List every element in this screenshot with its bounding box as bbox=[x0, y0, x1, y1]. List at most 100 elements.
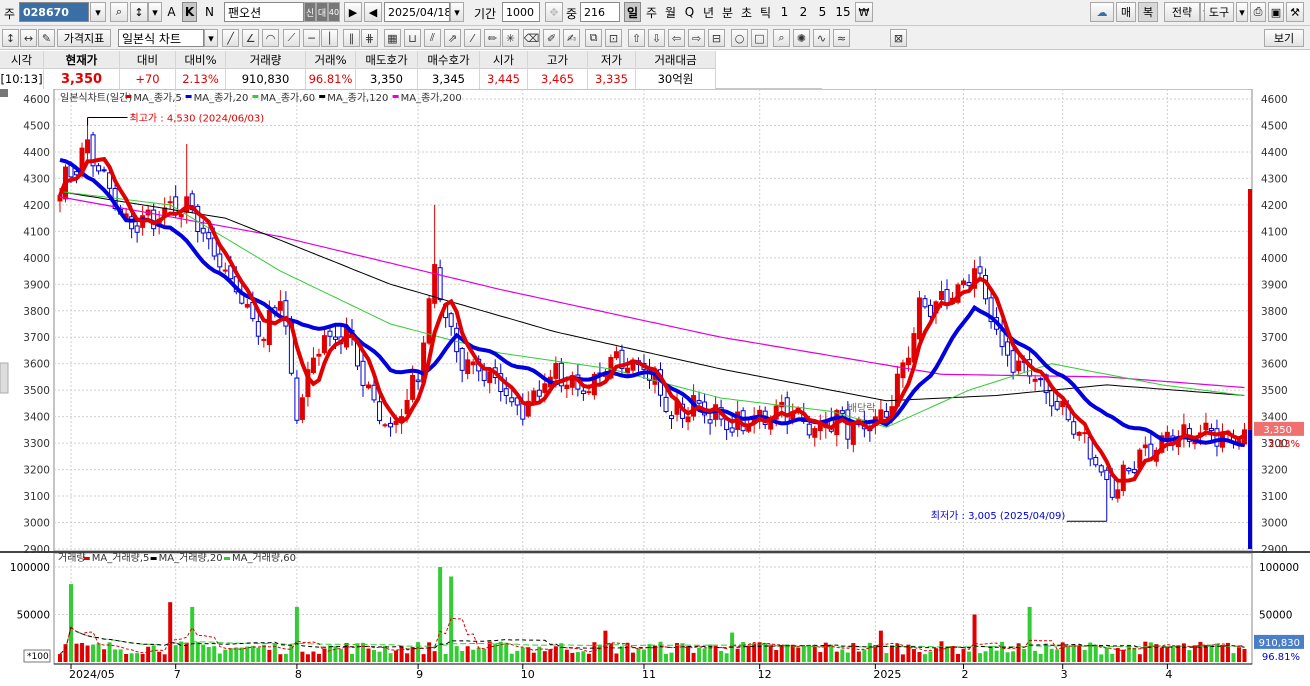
candle-body bbox=[850, 425, 856, 445]
period-button[interactable]: 1 bbox=[776, 2, 793, 22]
period-button[interactable]: 초 bbox=[738, 2, 755, 22]
mode-k-toggle[interactable]: K bbox=[182, 2, 197, 22]
volume-bar bbox=[377, 651, 382, 662]
wrench-icon[interactable]: ⚒ bbox=[1286, 2, 1304, 22]
shape-icon[interactable]: ⊡ bbox=[605, 29, 622, 47]
erase-icon[interactable]: ⌫ bbox=[523, 29, 540, 47]
up-down-arrow-icon[interactable]: ↕ bbox=[2, 29, 19, 47]
bug-icon[interactable]: ✺ bbox=[793, 29, 810, 47]
vline-icon[interactable]: │ bbox=[321, 29, 338, 47]
edit-icon[interactable]: ✎ bbox=[38, 29, 55, 47]
pencil-icon[interactable]: ✏ bbox=[484, 29, 501, 47]
right-icon[interactable]: ⇨ bbox=[688, 29, 705, 47]
min-annotation: 최저가 : 3,005 (2025/04/09) bbox=[931, 510, 1066, 522]
angle-icon[interactable]: ∠ bbox=[242, 29, 259, 47]
price-range-bar-down bbox=[1248, 429, 1252, 549]
strategy-button[interactable]: 전략 bbox=[1164, 2, 1200, 22]
price-indicator-tab[interactable]: 가격지표 bbox=[57, 29, 111, 47]
wave-icon[interactable]: ∿ bbox=[813, 29, 830, 47]
code-dropdown-icon[interactable]: ▾ bbox=[90, 2, 106, 22]
grid-icon[interactable]: ▦ bbox=[384, 29, 401, 47]
compound-button[interactable]: 복 bbox=[1138, 2, 1158, 22]
tools-dropdown-icon[interactable]: ▾ bbox=[1236, 2, 1248, 22]
left-icon[interactable]: ⇦ bbox=[668, 29, 685, 47]
volume-bar bbox=[774, 650, 779, 662]
hline-icon[interactable]: ─ bbox=[303, 29, 320, 47]
period-button[interactable]: 일 bbox=[624, 2, 641, 22]
period-button[interactable]: 틱 bbox=[757, 2, 774, 22]
volume-bar bbox=[261, 644, 266, 662]
volume-y-label-right: 50000 bbox=[1259, 610, 1292, 622]
won-icon[interactable]: ₩ bbox=[855, 2, 873, 22]
mode-n-toggle[interactable]: N bbox=[202, 2, 217, 22]
buy-button[interactable]: 매 bbox=[1116, 2, 1136, 22]
y-tick-label-right: 2900 bbox=[1261, 544, 1288, 556]
channel-icon[interactable]: ⫽ bbox=[424, 29, 441, 47]
count-input[interactable]: 216 bbox=[580, 2, 620, 22]
chart-type-select[interactable]: 일본식 차트 bbox=[118, 29, 204, 47]
volume-bar bbox=[190, 606, 195, 662]
stock-code-input[interactable]: 028670 bbox=[19, 2, 89, 22]
print-icon[interactable]: ⎙ bbox=[1250, 2, 1266, 22]
credit-badge: 신 bbox=[304, 2, 316, 22]
period-button[interactable]: 월 bbox=[662, 2, 679, 22]
candle-body bbox=[487, 371, 493, 384]
period-button[interactable]: 분 bbox=[719, 2, 736, 22]
cycle-icon[interactable]: ⁄ bbox=[464, 29, 481, 47]
stock-name-field[interactable]: 팬오션 bbox=[224, 2, 304, 22]
period-button[interactable]: 2 bbox=[795, 2, 812, 22]
volume-bar bbox=[135, 653, 140, 662]
play-back-icon[interactable]: ◀ bbox=[364, 2, 382, 22]
volume-bar bbox=[482, 648, 487, 662]
volume-bar bbox=[823, 642, 828, 662]
crosshair-icon[interactable]: ✥ bbox=[545, 2, 563, 22]
sort-dropdown-icon[interactable]: ▾ bbox=[148, 2, 162, 22]
search-icon[interactable]: ⌕ bbox=[110, 2, 128, 22]
current-volume-tag: 910,830 bbox=[1259, 638, 1300, 649]
period-button[interactable]: 주 bbox=[643, 2, 660, 22]
parallel-icon[interactable]: ⇗ bbox=[444, 29, 461, 47]
calendar-dropdown-icon[interactable]: ▾ bbox=[450, 2, 464, 22]
tag-icon[interactable]: ✐ bbox=[543, 29, 560, 47]
volume-bar bbox=[217, 653, 222, 662]
quote-header: 저가 bbox=[588, 51, 636, 69]
fan-icon[interactable]: ⟋ bbox=[283, 29, 300, 47]
period-button[interactable]: 5 bbox=[814, 2, 831, 22]
circle-icon[interactable]: ○ bbox=[731, 29, 748, 47]
period-input[interactable]: 1000 bbox=[502, 2, 540, 22]
mode-a-toggle[interactable]: A bbox=[164, 2, 179, 22]
sort-icon[interactable]: ↕ bbox=[130, 2, 148, 22]
magic-icon[interactable]: ✳ bbox=[502, 29, 519, 47]
tools-button[interactable]: 도구 bbox=[1204, 2, 1234, 22]
volume-bar bbox=[1121, 649, 1126, 662]
view-button[interactable]: 보기 bbox=[1264, 29, 1304, 47]
rect-icon[interactable]: □ bbox=[751, 29, 768, 47]
arc-icon[interactable]: ◠ bbox=[262, 29, 279, 47]
cloud-icon[interactable]: ☁ bbox=[1090, 2, 1114, 22]
left-right-arrow-icon[interactable]: ↔ bbox=[20, 29, 37, 47]
play-forward-icon[interactable]: ▶ bbox=[344, 2, 362, 22]
chart-type-dropdown-icon[interactable]: ▾ bbox=[204, 29, 218, 47]
grid-toggle-icon[interactable]: ⊠ bbox=[890, 29, 907, 47]
save-icon[interactable]: ▣ bbox=[1268, 2, 1284, 22]
period-button[interactable]: 15 bbox=[833, 2, 853, 22]
period-icon[interactable]: ⊔ bbox=[404, 29, 421, 47]
volume-bar bbox=[509, 653, 514, 662]
note-icon[interactable]: ✍ bbox=[563, 29, 580, 47]
date-input[interactable]: 2025/04/18 bbox=[384, 2, 450, 22]
price-chart[interactable]: 4600 4600 4500 4500 4400 4400 4300 4300 4200 4200… bbox=[0, 89, 1310, 686]
wave2-icon[interactable]: ≈ bbox=[833, 29, 850, 47]
gann-icon[interactable]: ⋕ bbox=[361, 29, 378, 47]
volume-bar bbox=[515, 650, 520, 662]
period-button[interactable]: 년 bbox=[700, 2, 717, 22]
quote-value: 30억원 bbox=[636, 69, 716, 89]
fibo-vert-icon[interactable]: ∥ bbox=[343, 29, 360, 47]
copy-icon[interactable]: ⧉ bbox=[585, 29, 602, 47]
up-icon[interactable]: ⇧ bbox=[628, 29, 645, 47]
volume-bar bbox=[972, 614, 977, 662]
chart-icon[interactable]: ⊟ bbox=[708, 29, 725, 47]
down-icon[interactable]: ⇩ bbox=[648, 29, 665, 47]
trendline-icon[interactable]: ╱ bbox=[222, 29, 239, 47]
period-button[interactable]: Q bbox=[681, 2, 698, 22]
zoom-icon[interactable]: ⌕ bbox=[773, 29, 790, 47]
